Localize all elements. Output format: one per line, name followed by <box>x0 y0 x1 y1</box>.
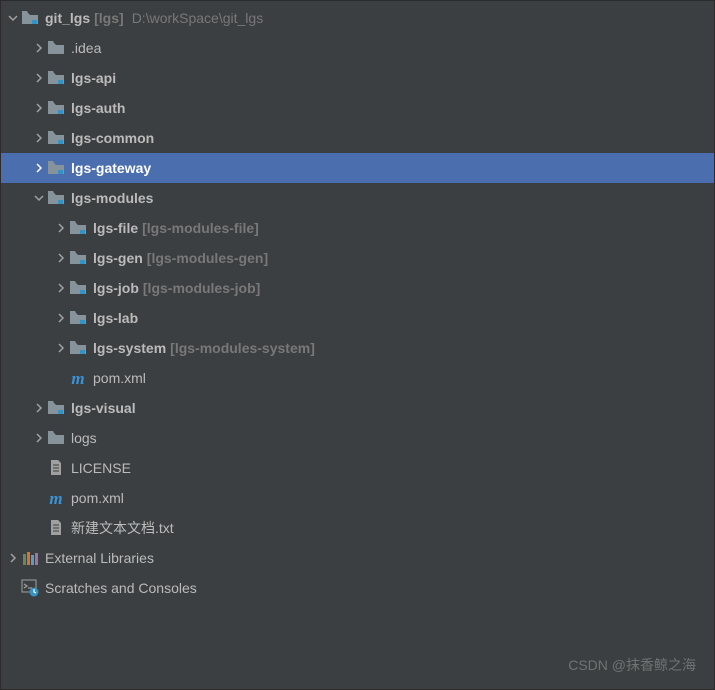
tree-item[interactable]: lgs-file[lgs-modules-file] <box>1 213 714 243</box>
tree-item[interactable]: .idea <box>1 33 714 63</box>
tree-item[interactable]: m pom.xml <box>1 483 714 513</box>
module-icon <box>69 339 87 357</box>
no-arrow <box>31 490 47 506</box>
external-label: External Libraries <box>45 550 154 566</box>
item-label: lgs-common <box>71 130 154 146</box>
item-bracket: [lgs-modules-gen] <box>147 250 268 266</box>
folder-icon <box>47 429 65 447</box>
scratches-and-consoles[interactable]: Scratches and Consoles <box>1 573 714 603</box>
tree-item[interactable]: lgs-auth <box>1 93 714 123</box>
chevron-right-icon[interactable] <box>31 100 47 116</box>
chevron-right-icon[interactable] <box>53 340 69 356</box>
module-icon <box>69 249 87 267</box>
no-arrow <box>53 370 69 386</box>
item-label: lgs-modules <box>71 190 153 206</box>
chevron-right-icon[interactable] <box>31 40 47 56</box>
item-label: .idea <box>71 40 101 56</box>
file-icon <box>47 459 65 477</box>
item-label: LICENSE <box>71 460 131 476</box>
item-bracket: [lgs-modules-file] <box>142 220 259 236</box>
module-icon <box>69 309 87 327</box>
module-icon <box>47 129 65 147</box>
item-label: pom.xml <box>71 490 124 506</box>
no-arrow <box>31 520 47 536</box>
tree-item[interactable]: lgs-gen[lgs-modules-gen] <box>1 243 714 273</box>
tree-item[interactable]: lgs-api <box>1 63 714 93</box>
chevron-right-icon[interactable] <box>53 250 69 266</box>
module-icon <box>69 279 87 297</box>
file-icon <box>47 519 65 537</box>
item-label: lgs-gen <box>93 250 143 266</box>
module-icon <box>47 399 65 417</box>
module-icon <box>47 69 65 87</box>
item-label: pom.xml <box>93 370 146 386</box>
module-icon <box>69 219 87 237</box>
libraries-icon <box>21 549 39 567</box>
chevron-right-icon[interactable] <box>5 550 21 566</box>
tree-item[interactable]: lgs-common <box>1 123 714 153</box>
item-label: lgs-file <box>93 220 138 236</box>
item-label: lgs-job <box>93 280 139 296</box>
item-label: lgs-visual <box>71 400 136 416</box>
watermark: CSDN @抹香鲸之海 <box>568 655 696 675</box>
module-icon <box>47 159 65 177</box>
item-bracket: [lgs-modules-system] <box>170 340 315 356</box>
project-tree: git_lgs [lgs] D:\workSpace\git_lgs .idea… <box>1 1 714 603</box>
root-label: git_lgs <box>45 10 90 26</box>
tree-item[interactable]: lgs-system[lgs-modules-system] <box>1 333 714 363</box>
root-bracket: [lgs] <box>94 10 124 26</box>
tree-root[interactable]: git_lgs [lgs] D:\workSpace\git_lgs <box>1 3 714 33</box>
item-label: lgs-system <box>93 340 166 356</box>
item-label: 新建文本文档.txt <box>71 518 174 538</box>
chevron-right-icon[interactable] <box>53 280 69 296</box>
chevron-down-icon[interactable] <box>31 190 47 206</box>
chevron-right-icon[interactable] <box>53 310 69 326</box>
chevron-right-icon[interactable] <box>31 400 47 416</box>
tree-item[interactable]: lgs-visual <box>1 393 714 423</box>
chevron-right-icon[interactable] <box>31 70 47 86</box>
external-libraries[interactable]: External Libraries <box>1 543 714 573</box>
scratches-icon <box>21 579 39 597</box>
tree-item[interactable]: lgs-job[lgs-modules-job] <box>1 273 714 303</box>
root-path: D:\workSpace\git_lgs <box>132 10 264 26</box>
scratches-label: Scratches and Consoles <box>45 580 197 596</box>
chevron-right-icon[interactable] <box>53 220 69 236</box>
maven-icon: m <box>69 369 87 387</box>
item-bracket: [lgs-modules-job] <box>143 280 260 296</box>
folder-icon <box>47 39 65 57</box>
maven-icon: m <box>47 489 65 507</box>
item-label: lgs-gateway <box>71 160 151 176</box>
item-label: logs <box>71 430 97 446</box>
chevron-right-icon[interactable] <box>31 430 47 446</box>
chevron-right-icon[interactable] <box>31 160 47 176</box>
tree-item[interactable]: LICENSE <box>1 453 714 483</box>
chevron-right-icon[interactable] <box>31 130 47 146</box>
no-arrow <box>5 580 21 596</box>
item-label: lgs-lab <box>93 310 138 326</box>
module-icon <box>47 189 65 207</box>
folder-icon <box>21 9 39 27</box>
item-label: lgs-api <box>71 70 116 86</box>
no-arrow <box>31 460 47 476</box>
module-icon <box>47 99 65 117</box>
chevron-down-icon[interactable] <box>5 10 21 26</box>
item-label: lgs-auth <box>71 100 125 116</box>
tree-item[interactable]: lgs-modules <box>1 183 714 213</box>
tree-item[interactable]: 新建文本文档.txt <box>1 513 714 543</box>
tree-item[interactable]: lgs-gateway <box>1 153 714 183</box>
tree-item[interactable]: logs <box>1 423 714 453</box>
tree-item[interactable]: m pom.xml <box>1 363 714 393</box>
tree-item[interactable]: lgs-lab <box>1 303 714 333</box>
